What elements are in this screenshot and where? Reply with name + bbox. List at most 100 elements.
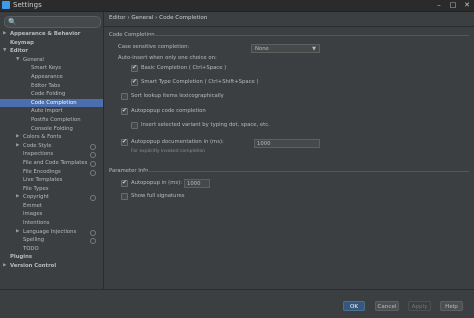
tree-item-label: Console Folding (31, 125, 73, 132)
tree-item-label: Intentions (23, 220, 50, 227)
tree-item-label: Appearance (31, 73, 63, 80)
section-divider (144, 171, 469, 172)
tree-item-label: Smart Keys (31, 65, 62, 72)
basic-completion-label: Basic Completion ( Ctrl+Space ) (141, 65, 227, 71)
tree-item[interactable]: Plugins (0, 253, 103, 262)
tree-item[interactable]: ▶ Version Control (0, 262, 103, 271)
expand-arrow-right-icon[interactable]: ▶ (3, 262, 6, 271)
explicit-completion-note: For explicitly invoked completion (131, 149, 206, 154)
tree-item[interactable]: Inspections (0, 150, 103, 159)
tree-item-label: Language Injections (23, 228, 77, 235)
check-icon: ✔ (132, 64, 138, 71)
tree-item[interactable]: File and Code Templates (0, 159, 103, 168)
help-button[interactable]: Help (440, 301, 463, 311)
tree-item[interactable]: Code Completion (0, 98, 103, 108)
expand-arrow-right-icon[interactable]: ▶ (16, 142, 19, 151)
check-icon: ✔ (132, 78, 138, 85)
tree-item[interactable]: Emmet (0, 202, 103, 211)
tree-item-label: Images (23, 211, 43, 218)
settings-sidebar: 🔍 ▶ Appearance & Behavior Keymap ▼ Editor ▼ Ge… (0, 12, 104, 289)
tree-item[interactable]: Appearance (0, 73, 103, 82)
smart-completion-checkbox[interactable]: ✔ (131, 78, 138, 86)
expand-arrow-right-icon[interactable]: ▶ (16, 228, 19, 237)
cancel-button[interactable]: Cancel (375, 301, 399, 311)
tree-item[interactable]: TODO (0, 245, 103, 254)
tree-item-label: Code Completion (31, 99, 77, 106)
tree-item[interactable]: ▶ Language Injections (0, 228, 103, 237)
param-autopopup-checkbox[interactable]: ✔ (121, 179, 128, 187)
settings-search-field[interactable]: 🔍 (4, 16, 101, 28)
case-sensitive-label: Case sensitive completion: (118, 44, 190, 50)
section-parameter-info: Parameter Info (109, 168, 149, 174)
minimize-button[interactable]: – (432, 0, 446, 11)
expand-arrow-down-icon[interactable]: ▼ (16, 56, 19, 65)
smart-completion-label: Smart Type Completion ( Ctrl+Shift+Space… (141, 79, 259, 85)
tree-item[interactable]: Images (0, 210, 103, 219)
search-icon: 🔍 (8, 18, 17, 26)
tree-item[interactable]: Editor Tabs (0, 82, 103, 91)
tree-item[interactable]: Keymap (0, 39, 103, 48)
expand-arrow-right-icon[interactable]: ▶ (16, 193, 19, 202)
tree-item-label: TODO (23, 245, 39, 252)
tree-item-label: Editor Tabs (31, 82, 61, 89)
basic-completion-checkbox[interactable]: ✔ (131, 64, 138, 72)
case-sensitive-dropdown[interactable]: None ▼ (251, 44, 320, 53)
tree-item[interactable]: Intentions (0, 219, 103, 228)
tree-item-label: Spelling (23, 237, 45, 244)
chevron-down-icon: ▼ (312, 46, 316, 52)
tree-item-label: File Encodings (23, 168, 61, 175)
expand-arrow-right-icon[interactable]: ▶ (3, 30, 6, 39)
autopopup-doc-delay-field[interactable]: 1000 (254, 139, 320, 148)
apply-button[interactable]: Apply (408, 301, 431, 311)
tree-item[interactable]: ▶ Colors & Fonts (0, 133, 103, 142)
tree-item[interactable]: ▼ General (0, 56, 103, 65)
settings-content: Editor › General › Code Completion Code … (104, 12, 474, 289)
tree-item[interactable]: ▶ Appearance & Behavior (0, 30, 103, 39)
ok-button[interactable]: OK (343, 301, 365, 311)
breadcrumb: Editor › General › Code Completion (109, 15, 208, 21)
expand-arrow-down-icon[interactable]: ▼ (3, 47, 6, 56)
param-autopopup-delay-field[interactable]: 1000 (184, 179, 210, 188)
tree-item-label: Colors & Fonts (23, 134, 62, 141)
tree-item[interactable]: File Encodings (0, 168, 103, 177)
check-icon: ✔ (122, 107, 128, 114)
tree-item[interactable]: Code Folding (0, 90, 103, 99)
settings-tree: ▶ Appearance & Behavior Keymap ▼ Editor ▼ Gene… (0, 30, 103, 271)
full-signatures-checkbox[interactable] (121, 193, 128, 200)
tree-item[interactable]: ▼ Editor (0, 47, 103, 56)
insert-selected-label: Insert selected variant by typing dot, s… (141, 122, 270, 128)
sort-lexicographically-checkbox[interactable] (121, 93, 128, 100)
tree-item-label: Postfix Completion (31, 116, 81, 123)
tree-item-label: Code Folding (31, 91, 66, 98)
tree-item[interactable]: Spelling (0, 236, 103, 245)
tree-item-label: Plugins (10, 254, 32, 261)
dialog-footer: OK Cancel Apply Help (0, 289, 474, 318)
expand-arrow-right-icon[interactable]: ▶ (16, 133, 19, 142)
autopopup-completion-checkbox[interactable]: ✔ (121, 107, 128, 115)
tree-item[interactable]: Console Folding (0, 125, 103, 134)
insert-selected-checkbox[interactable] (131, 122, 138, 129)
window-title: Settings (13, 1, 42, 9)
tree-item-label: Appearance & Behavior (10, 31, 81, 37)
maximize-button[interactable]: □ (446, 0, 460, 11)
project-settings-icon (90, 195, 96, 202)
tree-item-label: Keymap (10, 39, 34, 46)
tree-item[interactable]: Postfix Completion (0, 116, 103, 125)
autopopup-doc-label: Autopopup documentation in (ms): (131, 139, 224, 145)
app-icon (2, 1, 10, 9)
full-signatures-label: Show full signatures (131, 193, 185, 199)
tree-item[interactable]: File Types (0, 185, 103, 194)
tree-item[interactable]: Smart Keys (0, 64, 103, 73)
tree-item[interactable]: ▶ Copyright (0, 193, 103, 202)
tree-item[interactable]: Auto Import (0, 107, 103, 116)
project-settings-icon (90, 152, 96, 159)
autopopup-completion-label: Autopopup code completion (131, 108, 206, 114)
tree-item-label: Editor (10, 48, 29, 55)
autopopup-doc-checkbox[interactable]: ✔ (121, 138, 128, 146)
close-button[interactable]: ✕ (460, 0, 474, 11)
tree-item[interactable]: ▶ Code Style (0, 142, 103, 151)
tree-item[interactable]: Live Templates (0, 176, 103, 185)
title-bar: Settings – □ ✕ (0, 0, 474, 12)
project-settings-icon (90, 143, 96, 150)
project-settings-icon (90, 229, 96, 236)
